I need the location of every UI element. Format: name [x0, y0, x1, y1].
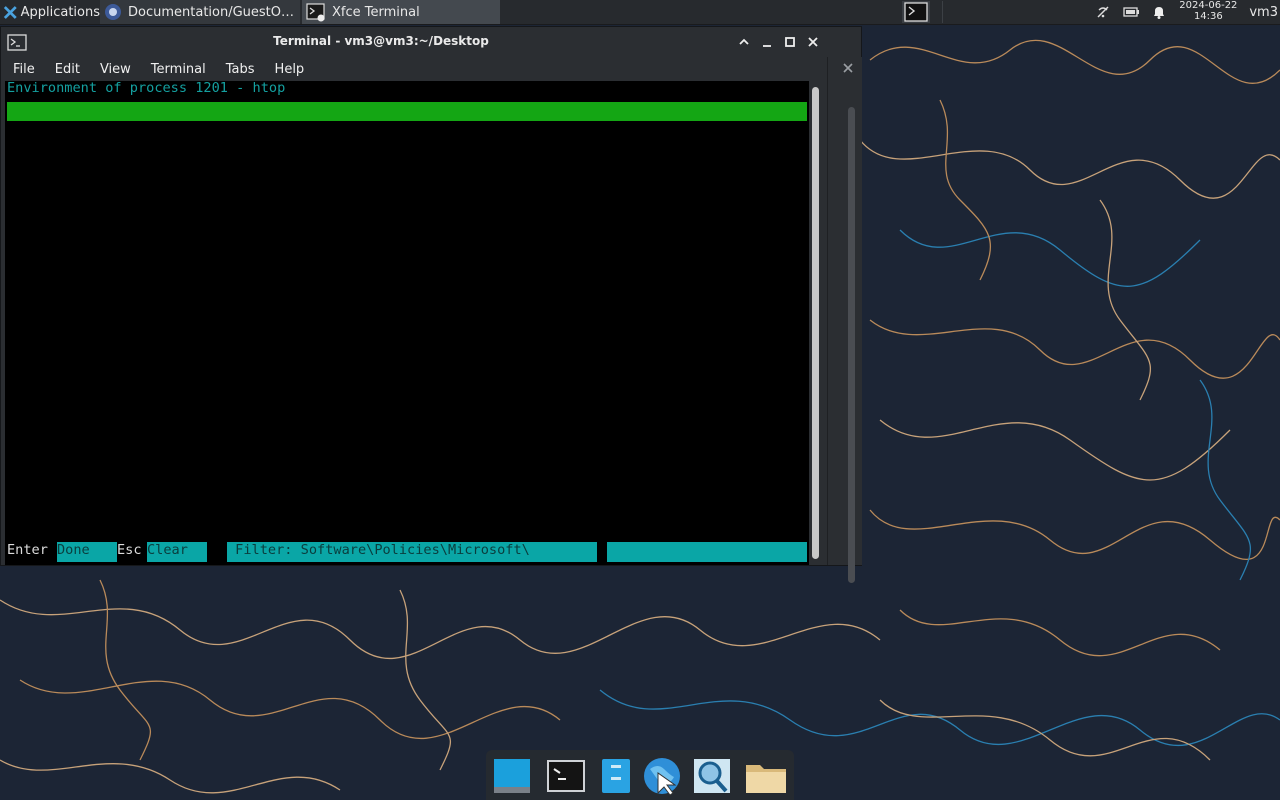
terminal-icon [306, 3, 325, 22]
menu-view[interactable]: View [88, 62, 139, 77]
applications-menu-button[interactable]: Applications [0, 0, 100, 24]
done-button[interactable]: Done [57, 542, 117, 562]
side-scrollbar-thumb[interactable] [848, 107, 855, 583]
bottom-dock [486, 750, 794, 800]
close-icon[interactable] [805, 34, 821, 50]
app-finder-icon[interactable] [690, 755, 734, 797]
file-manager-icon[interactable] [594, 755, 638, 797]
menu-edit[interactable]: Edit [43, 62, 88, 77]
browser-icon [105, 4, 121, 20]
clock-date: 2024-06-22 [1179, 0, 1238, 11]
filter-input-fill [607, 542, 807, 562]
taskbar-item-documentation[interactable]: Documentation/GuestOper… [100, 0, 300, 24]
clock-time: 14:36 [1193, 11, 1223, 22]
user-menu[interactable]: vm3 [1243, 0, 1280, 24]
panel-separator [942, 1, 944, 23]
window-titlebar[interactable]: Terminal - vm3@vm3:~/Desktop [1, 27, 861, 57]
top-panel: Applications Documentation/GuestOper… Xf… [0, 0, 1280, 25]
xfce-logo-icon [3, 5, 17, 19]
home-folder-icon[interactable] [744, 755, 788, 797]
terminal-window: Terminal - vm3@vm3:~/Desktop File Edit V… [0, 26, 862, 583]
maximize-icon[interactable] [782, 34, 798, 50]
close-icon[interactable] [841, 61, 855, 75]
terminal-launcher-icon[interactable] [902, 1, 931, 23]
htop-function-bar: Enter Done Esc Clear Filter: Software\Po… [7, 541, 807, 562]
menu-help[interactable]: Help [263, 62, 313, 77]
key-enter: Enter [7, 542, 48, 558]
menu-file[interactable]: File [1, 62, 43, 77]
terminal-area[interactable]: Environment of process 1201 - htop Enter… [5, 80, 809, 565]
terminal-scrollbar-thumb[interactable] [812, 87, 819, 559]
side-panel-strip [827, 57, 862, 565]
applications-label: Applications [20, 4, 100, 20]
battery-icon[interactable] [1123, 4, 1140, 20]
panel-clock[interactable]: 2024-06-22 14:36 [1173, 0, 1243, 24]
clear-button[interactable]: Clear [147, 542, 207, 562]
key-esc: Esc [117, 542, 142, 558]
terminal-menubar: File Edit View Terminal Tabs Help [1, 57, 826, 81]
window-title: Terminal - vm3@vm3:~/Desktop [273, 34, 489, 48]
terminal-icon[interactable] [544, 755, 588, 797]
chevron-up-icon[interactable] [736, 34, 752, 50]
filter-input[interactable]: Filter: Software\Policies\Microsoft\ [227, 542, 597, 562]
minimize-icon[interactable] [759, 34, 775, 50]
desktop-icon[interactable] [490, 755, 534, 797]
taskbar-item-xfce-terminal[interactable]: Xfce Terminal [302, 0, 500, 24]
taskbar-item-label: Documentation/GuestOper… [128, 4, 298, 20]
notifications-bell-icon[interactable] [1151, 4, 1167, 20]
menu-tabs[interactable]: Tabs [214, 62, 263, 77]
web-browser-icon[interactable] [640, 755, 684, 797]
htop-selection-bar [7, 102, 807, 121]
network-disconnected-icon[interactable] [1095, 4, 1111, 20]
htop-title-line: Environment of process 1201 - htop [7, 80, 286, 96]
taskbar-item-label: Xfce Terminal [332, 4, 420, 20]
menu-terminal[interactable]: Terminal [139, 62, 214, 77]
